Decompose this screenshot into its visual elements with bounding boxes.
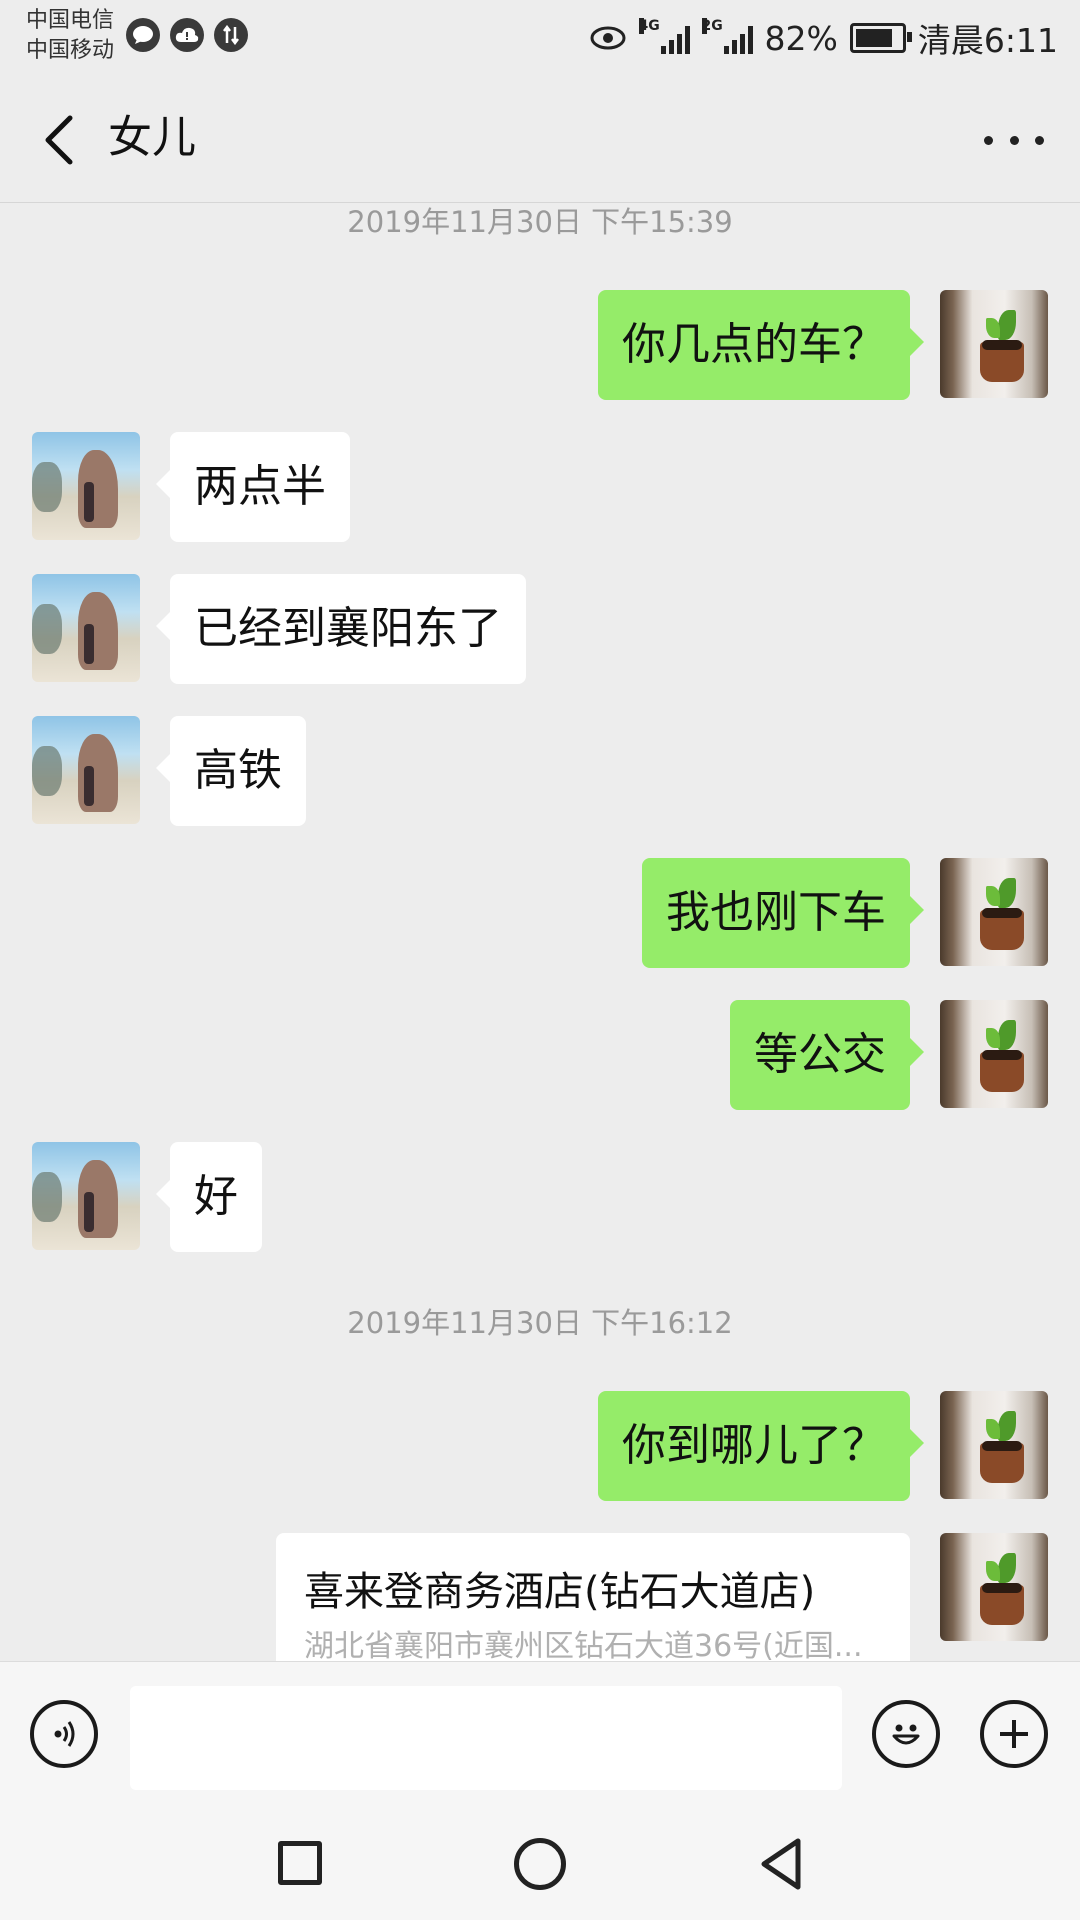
carrier-info: 中国电信 中国移动 xyxy=(26,6,114,66)
system-navigation-bar xyxy=(0,1801,1080,1920)
battery-icon xyxy=(849,23,912,53)
data-transfer-icon xyxy=(214,18,248,52)
home-icon[interactable] xyxy=(514,1838,566,1890)
timestamp: 2019年11月30日 下午16:12 xyxy=(347,1306,733,1340)
my-avatar[interactable] xyxy=(940,1000,1048,1108)
chat-bubble-icon xyxy=(126,18,160,52)
contact-message-bubble[interactable]: 已经到襄阳东了 xyxy=(156,574,526,684)
notification-icons xyxy=(126,18,248,52)
chat-title: 女儿 xyxy=(108,112,196,163)
chat-header: 女儿 xyxy=(0,76,1080,203)
voice-input-icon[interactable] xyxy=(30,1700,98,1768)
my-avatar[interactable] xyxy=(940,290,1048,398)
status-bar: 中国电信 中国移动 4G 2G 82% 清晨6:11 xyxy=(0,0,1080,76)
clock: 清晨6:11 xyxy=(917,21,1058,60)
contact-avatar[interactable] xyxy=(32,432,140,540)
carrier-1: 中国电信 xyxy=(26,8,115,33)
my-message-bubble[interactable]: 我也刚下车 xyxy=(642,858,924,968)
emoji-icon[interactable] xyxy=(872,1700,940,1768)
input-bar xyxy=(0,1661,1080,1802)
back-arrow-icon[interactable] xyxy=(34,112,84,168)
contact-message-bubble[interactable]: 好 xyxy=(156,1142,262,1252)
message-input[interactable] xyxy=(130,1686,842,1790)
carrier-2: 中国移动 xyxy=(26,38,115,63)
my-avatar[interactable] xyxy=(940,1391,1048,1499)
network-type-2: 2G xyxy=(701,18,723,34)
my-message-bubble[interactable]: 等公交 xyxy=(730,1000,924,1110)
more-options-icon[interactable] xyxy=(984,120,1044,160)
contact-avatar[interactable] xyxy=(32,574,140,682)
recent-apps-icon[interactable] xyxy=(278,1841,322,1885)
cloud-alert-icon xyxy=(170,18,204,52)
location-message-card[interactable]: 喜来登商务酒店(钻石大道店) 湖北省襄阳市襄州区钻石大道36号(近国... xyxy=(276,1533,910,1661)
my-avatar[interactable] xyxy=(940,858,1048,966)
status-right: 4G 2G 82% 清晨6:11 xyxy=(589,14,1058,62)
my-message-bubble[interactable]: 你几点的车？ xyxy=(598,290,924,400)
battery-percent: 82% xyxy=(764,18,838,58)
system-back-icon[interactable] xyxy=(758,1837,804,1891)
signal-4g-icon: 4G xyxy=(638,18,690,54)
network-type-1: 4G xyxy=(638,18,660,34)
location-name: 喜来登商务酒店(钻石大道店) xyxy=(304,1569,816,1615)
plus-icon[interactable] xyxy=(980,1700,1048,1768)
contact-message-bubble[interactable]: 高铁 xyxy=(156,716,306,826)
timestamp: 2019年11月30日 下午15:39 xyxy=(347,205,733,239)
signal-2g-icon: 2G xyxy=(701,18,753,54)
contact-message-bubble[interactable]: 两点半 xyxy=(156,432,350,542)
message-list[interactable]: 2019年11月30日 下午15:39 你几点的车？ 两点半 已经到襄阳东了 高… xyxy=(0,203,1080,1661)
my-message-bubble[interactable]: 你到哪儿了？ xyxy=(598,1391,924,1501)
eye-comfort-icon xyxy=(590,26,626,50)
my-avatar[interactable] xyxy=(940,1533,1048,1641)
contact-avatar[interactable] xyxy=(32,716,140,824)
location-address: 湖北省襄阳市襄州区钻石大道36号(近国... xyxy=(304,1629,863,1661)
contact-avatar[interactable] xyxy=(32,1142,140,1250)
